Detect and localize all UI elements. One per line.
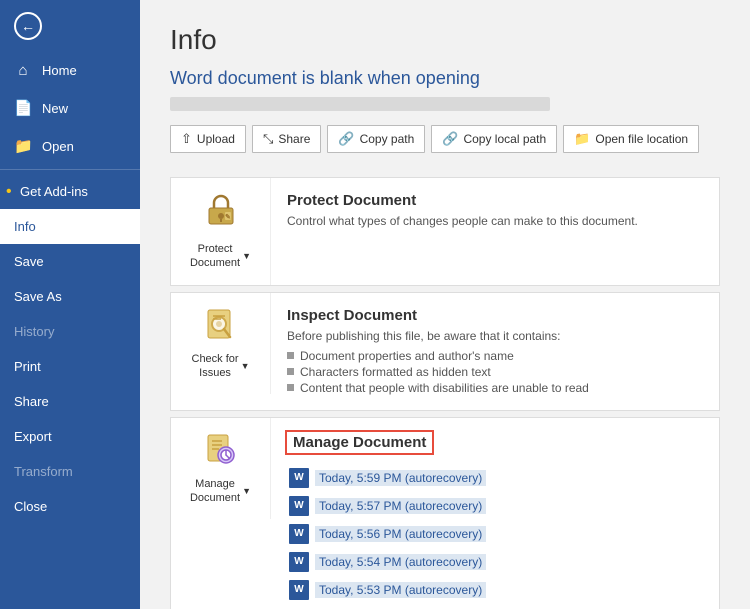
inspect-icon-area[interactable]: Check forIssues ▼ [171,293,271,395]
sidebar-label-home: Home [42,63,77,78]
manage-title: Manage Document [285,430,434,455]
manage-document-card: ManageDocument ▼ Manage Document W Today… [170,417,720,609]
sidebar-item-print[interactable]: Print [0,349,140,384]
open-file-label: Open file location [595,132,688,146]
sidebar-label-new: New [42,101,68,116]
main-content: Info Word document is blank when opening… [140,0,750,609]
sidebar-label-save: Save [14,254,44,269]
manage-file-1[interactable]: W Today, 5:57 PM (autorecovery) [285,493,705,519]
back-icon: ← [14,12,42,40]
manage-icon-area[interactable]: ManageDocument ▼ [171,418,271,520]
word-icon-0: W [289,468,309,488]
file-label-2: Today, 5:56 PM (autorecovery) [315,526,486,542]
main-header: Info Word document is blank when opening… [140,0,750,177]
word-icon-1: W [289,496,309,516]
svg-text:✎: ✎ [225,213,231,221]
bullet-2: Characters formatted as hidden text [287,364,703,380]
sidebar-item-close[interactable]: Close [0,489,140,524]
sidebar-item-export[interactable]: Export [0,419,140,454]
manage-file-4[interactable]: W Today, 5:53 PM (autorecovery) [285,577,705,603]
manage-file-3[interactable]: W Today, 5:54 PM (autorecovery) [285,549,705,575]
protect-content: Protect Document Control what types of c… [271,178,719,247]
protect-document-card: ✎ ProtectDocument ▼ Protect Document Con… [170,177,720,286]
manage-content: Manage Document W Today, 5:59 PM (autore… [271,418,719,609]
lock-icon: ✎ [203,192,239,236]
sidebar-item-new[interactable]: 📄 New [0,89,140,127]
sidebar-item-save[interactable]: Save [0,244,140,279]
open-file-location-button[interactable]: 📁 Open file location [563,125,699,153]
open-icon: 📁 [14,137,32,155]
copy-local-path-button[interactable]: 🔗 Copy local path [431,125,557,153]
file-label-3: Today, 5:54 PM (autorecovery) [315,554,486,570]
protect-desc: Control what types of changes people can… [287,214,703,228]
manage-file-2[interactable]: W Today, 5:56 PM (autorecovery) [285,521,705,547]
file-label-4: Today, 5:53 PM (autorecovery) [315,582,486,598]
inspect-label: Check forIssues ▼ [192,352,250,381]
sidebar-label-print: Print [14,359,41,374]
word-icon-3: W [289,552,309,572]
toolbar: ⇧ Upload ⤡ Share 🔗 Copy path 🔗 Copy loca… [170,125,720,153]
copy-path-label: Copy path [360,132,415,146]
word-icon-2: W [289,524,309,544]
sidebar-item-transform: Transform [0,454,140,489]
divider-1 [0,169,140,170]
inspect-document-card: Check forIssues ▼ Inspect Document Befor… [170,292,720,411]
share-label: Share [278,132,310,146]
sidebar-label-close: Close [14,499,47,514]
sidebar-item-info[interactable]: Info [0,209,140,244]
bullet-1: Document properties and author's name [287,348,703,364]
folder-icon: 📁 [574,131,590,147]
inspect-title: Inspect Document [287,307,703,324]
protect-label: ProtectDocument ▼ [190,242,251,271]
copy-path-button[interactable]: 🔗 Copy path [327,125,425,153]
manage-icon-label: ManageDocument ▼ [190,477,251,506]
protect-icon-area[interactable]: ✎ ProtectDocument ▼ [171,178,271,285]
protect-title: Protect Document [287,192,703,209]
sidebar-label-get-add-ins: Get Add-ins [20,184,88,199]
sidebar-label-history: History [14,324,54,339]
home-icon: ⌂ [14,62,32,79]
bullet-sq-2 [287,368,294,375]
upload-icon: ⇧ [181,131,192,147]
sidebar-item-share[interactable]: Share [0,384,140,419]
page-title: Info [170,24,720,56]
sidebar-label-save-as: Save As [14,289,62,304]
copy-path-icon: 🔗 [338,131,354,147]
inspect-bullets: Document properties and author's name Ch… [287,348,703,396]
sidebar-item-history: History [0,314,140,349]
file-label-0: Today, 5:59 PM (autorecovery) [315,470,486,486]
sidebar-label-open: Open [42,139,74,154]
doc-path-bar [170,97,550,111]
sidebar-label-transform: Transform [14,464,73,479]
upload-label: Upload [197,132,235,146]
share-icon: ⤡ [263,131,273,147]
sidebar-label-export: Export [14,429,52,444]
copy-local-icon: 🔗 [442,131,458,147]
sidebar-label-share: Share [14,394,49,409]
inspect-content: Inspect Document Before publishing this … [271,293,719,410]
upload-button[interactable]: ⇧ Upload [170,125,246,153]
sidebar-item-get-add-ins[interactable]: Get Add-ins [0,174,140,209]
back-button[interactable]: ← [0,0,140,52]
new-icon: 📄 [14,99,32,117]
word-icon-4: W [289,580,309,600]
sidebar: ← ⌂ Home 📄 New 📁 Open Get Add-ins Info S… [0,0,140,609]
sidebar-label-info: Info [14,219,36,234]
copy-local-label: Copy local path [463,132,546,146]
sidebar-item-open[interactable]: 📁 Open [0,127,140,165]
inspect-desc: Before publishing this file, be aware th… [287,329,703,343]
cards-area: ✎ ProtectDocument ▼ Protect Document Con… [140,177,750,609]
doc-title: Word document is blank when opening [170,68,720,89]
bullet-3: Content that people with disabilities ar… [287,380,703,396]
share-button[interactable]: ⤡ Share [252,125,321,153]
manage-icon [203,432,239,471]
inspect-icon [203,307,239,346]
file-label-1: Today, 5:57 PM (autorecovery) [315,498,486,514]
manage-file-0[interactable]: W Today, 5:59 PM (autorecovery) [285,465,705,491]
bullet-sq-1 [287,352,294,359]
bullet-sq-3 [287,384,294,391]
sidebar-item-save-as[interactable]: Save As [0,279,140,314]
sidebar-item-home[interactable]: ⌂ Home [0,52,140,89]
